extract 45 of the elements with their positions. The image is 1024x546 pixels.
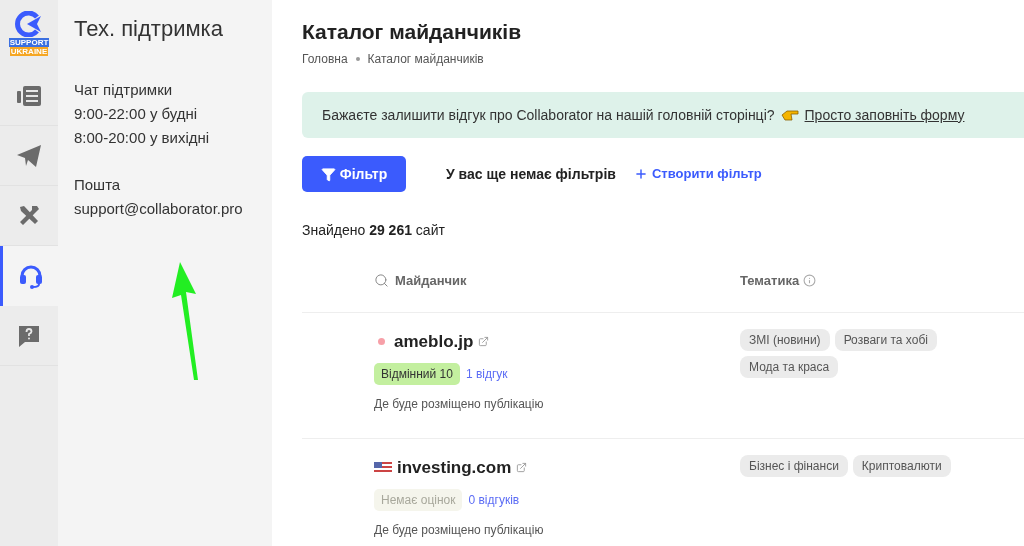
external-link-icon[interactable]: [478, 336, 490, 348]
banner-text: Бажаєте залишити відгук про Collaborator на нашій головній сторінці?: [322, 105, 775, 125]
column-header[interactable]: Майданчик: [395, 270, 467, 291]
help-chat-icon: [17, 323, 41, 348]
flag-icon: [374, 461, 392, 474]
topic-tag: Розваги та хобі: [834, 329, 937, 351]
topic-tag: ЗМІ (новини): [740, 329, 830, 351]
mail-address[interactable]: support@collaborator.pro: [74, 197, 256, 221]
external-link-icon[interactable]: [516, 462, 528, 474]
info-icon: [803, 274, 817, 287]
feedback-link[interactable]: Просто заповніть форму: [804, 104, 965, 126]
topic-tag: Мода та краса: [740, 356, 839, 378]
results-count: Знайдено 29 261 сайт: [302, 221, 446, 240]
create-filter-link[interactable]: Створити фільтр: [633, 164, 762, 184]
reviews-link[interactable]: 0 відгуків: [468, 490, 520, 509]
filter-button[interactable]: Фільтр: [302, 156, 406, 192]
reviews-link[interactable]: 1 відгук: [465, 364, 508, 383]
rating-tag: Відмінний 10: [374, 362, 460, 385]
pointing-hand-icon: [780, 109, 799, 121]
topic-tag: Криптовалюти: [852, 455, 951, 477]
panel-title: Тех. підтримка: [74, 15, 224, 43]
logo-badge-top: SUPPORT: [8, 37, 50, 47]
list-icon: [17, 84, 41, 107]
chat-hours-text: 8:00-20:00 у вихідні: [74, 128, 211, 148]
page-title: Каталог майданчиків: [302, 19, 523, 45]
mail-label: Пошта: [74, 175, 122, 195]
placement-note: Де буде розміщено публікацію: [374, 521, 545, 539]
logo-badge-bottom: UKRAINE: [9, 46, 49, 56]
search-icon: [374, 273, 389, 288]
breadcrumb[interactable]: Головна: [302, 50, 348, 68]
logo-icon: [15, 10, 43, 37]
no-filters-text: У вас ще немає фільтрів: [446, 164, 616, 184]
plus-icon: [633, 167, 648, 181]
topic-tag: Бізнес і фінанси: [740, 455, 848, 477]
site-name[interactable]: investing.com: [397, 455, 512, 481]
column-header[interactable]: Тематика: [740, 270, 800, 291]
breadcrumb[interactable]: Каталог майданчиків: [367, 50, 484, 68]
chat-hours-text: 9:00-22:00 у будні: [74, 104, 199, 124]
paper-plane-icon: [17, 144, 41, 167]
placement-note: Де буде розміщено публікацію: [374, 395, 545, 413]
headset-icon: [18, 263, 43, 289]
rating-tag: Немає оцінок: [374, 488, 463, 511]
filter-icon: [320, 166, 336, 182]
chat-hours-text: Чат підтримки: [74, 80, 174, 100]
site-name[interactable]: ameblo.jp: [394, 329, 474, 355]
